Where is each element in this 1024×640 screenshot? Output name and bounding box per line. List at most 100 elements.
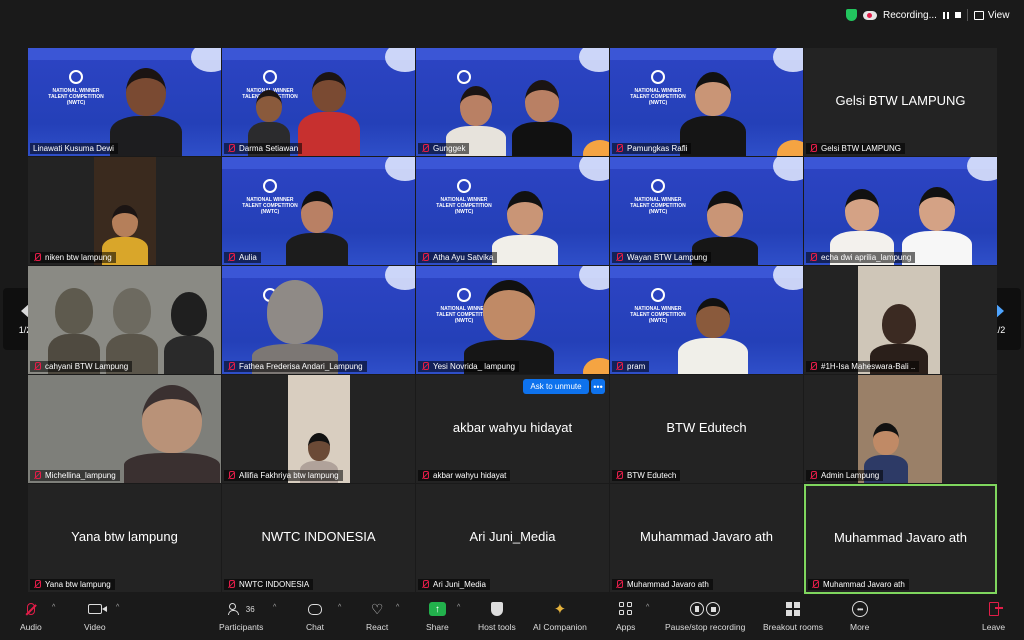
video-button[interactable]: Video: [84, 600, 106, 632]
muted-mic-icon: [615, 580, 623, 589]
audio-button[interactable]: Audio: [20, 600, 42, 632]
muted-mic-icon: [615, 253, 623, 262]
participant-name-label: Muhammad Javaro ath: [612, 579, 713, 590]
participant-tile[interactable]: NATIONAL WINNER TALENT COMPETITION (NWTC…: [28, 48, 221, 156]
participant-tile[interactable]: Michellina_lampung: [28, 375, 221, 483]
muted-mic-icon: [33, 471, 41, 480]
participant-tile[interactable]: BTW Edutech BTW Edutech: [610, 375, 803, 483]
participant-name-label: Allifia Fakhriya btw lampung: [224, 470, 343, 481]
participant-name-label: echa dwi aprilia_lampung: [806, 252, 916, 263]
react-options-chevron-icon[interactable]: ^: [396, 604, 399, 611]
pause-stop-recording-button[interactable]: Pause/stop recording: [665, 600, 745, 632]
share-options-chevron-icon[interactable]: ^: [457, 604, 460, 611]
ask-to-unmute-button[interactable]: Ask to unmute: [523, 379, 589, 394]
heart-icon: ♡: [370, 601, 384, 617]
participant-video: [94, 157, 156, 265]
participant-tile[interactable]: NWTC INDONESIA NWTC INDONESIA: [222, 484, 415, 592]
apps-options-chevron-icon[interactable]: ^: [646, 604, 649, 611]
participant-display-name: Yana btw lampung: [71, 529, 178, 544]
participant-video: [286, 191, 348, 265]
view-button[interactable]: View: [973, 10, 1009, 21]
participant-tile[interactable]: NATIONAL WINNER TALENT COMPETITION (NWTC…: [416, 266, 609, 374]
participant-name-label: Linawati Kusuma Dewi: [30, 143, 118, 154]
breakout-rooms-button[interactable]: Breakout rooms: [763, 600, 823, 632]
participant-tile[interactable]: NATIONAL WINNER TALENT COMPETITION (NWTC…: [610, 48, 803, 156]
recording-status: Recording... View: [846, 9, 1009, 21]
participant-tile[interactable]: Gunggek: [416, 48, 609, 156]
muted-mic-icon: [227, 144, 235, 153]
participant-name-label: Gelsi BTW LAMPUNG: [806, 143, 906, 154]
participant-video: [464, 280, 554, 374]
shield-icon: [490, 602, 503, 616]
muted-mic-icon: [227, 362, 235, 371]
participant-tile[interactable]: cahyani BTW Lampung: [28, 266, 221, 374]
participant-display-name: NWTC INDONESIA: [261, 529, 376, 544]
participant-tile[interactable]: NATIONAL WINNER TALENT COMPETITION (NWTC…: [222, 48, 415, 156]
apps-button[interactable]: Apps: [616, 600, 635, 632]
participant-tile[interactable]: Gelsi BTW LAMPUNG Gelsi BTW LAMPUNG: [804, 48, 997, 156]
video-label: Video: [84, 622, 106, 632]
participant-name-label: Yana btw lampung: [30, 579, 115, 590]
participant-tile[interactable]: NATIONAL WINNER TALENT COMPETITION (NWTC…: [416, 157, 609, 265]
muted-mic-icon: [227, 471, 235, 480]
participant-tile[interactable]: Yana btw lampung Yana btw lampung: [28, 484, 221, 592]
more-button[interactable]: ••• More: [850, 600, 869, 632]
react-button[interactable]: ♡ React: [366, 600, 388, 632]
stop-recording-icon[interactable]: [954, 12, 961, 18]
participant-name: akbar wahyu hidayat: [433, 471, 507, 480]
participant-tile[interactable]: Admin Lampung: [804, 375, 997, 483]
muted-mic-icon: [421, 253, 429, 262]
apps-label: Apps: [616, 622, 636, 632]
participant-name: Aulia: [239, 253, 257, 262]
audio-label: Audio: [20, 622, 42, 632]
participant-tile[interactable]: Fathea Frederisa Andari_Lampung: [222, 266, 415, 374]
muted-mic-icon: [421, 362, 429, 371]
participant-name: Atha Ayu Satvika: [433, 253, 494, 262]
participants-options-chevron-icon[interactable]: ^: [273, 604, 276, 611]
muted-mic-icon: [615, 471, 623, 480]
more-label: More: [850, 622, 870, 632]
chat-button[interactable]: Chat: [306, 600, 324, 632]
muted-mic-icon: [421, 144, 429, 153]
more-options-button[interactable]: •••: [591, 379, 605, 394]
pause-recording-icon[interactable]: [942, 11, 949, 19]
participant-name-label: niken btw lampung: [30, 252, 116, 263]
participant-display-name: Muhammad Javaro ath: [834, 530, 967, 545]
participant-tile[interactable]: NATIONAL WINNER TALENT COMPETITION (NWTC…: [222, 157, 415, 265]
participant-tile[interactable]: Ari Juni_Media Ari Juni_Media: [416, 484, 609, 592]
participant-name-label: pram: [612, 361, 650, 372]
pause-stop-recording-label: Pause/stop recording: [665, 622, 746, 632]
participant-name: niken btw lampung: [45, 253, 112, 262]
react-label: React: [366, 622, 389, 632]
muted-mic-icon: [227, 253, 235, 262]
muted-mic-icon: [421, 580, 429, 589]
participant-tile[interactable]: NATIONAL WINNER TALENT COMPETITION (NWTC…: [610, 157, 803, 265]
participant-name: Linawati Kusuma Dewi: [33, 144, 114, 153]
participant-tile-active-speaker[interactable]: Muhammad Javaro ath Muhammad Javaro ath: [804, 484, 997, 594]
participant-display-name: Ari Juni_Media: [469, 529, 556, 544]
participant-tile[interactable]: niken btw lampung: [28, 157, 221, 265]
participant-name: Muhammad Javaro ath: [823, 580, 905, 589]
participant-video: [124, 385, 220, 483]
participant-name-label: Michellina_lampung: [30, 470, 120, 481]
video-options-chevron-icon[interactable]: ^: [116, 604, 119, 611]
participant-display-name: BTW Edutech: [666, 420, 747, 435]
chat-options-chevron-icon[interactable]: ^: [338, 604, 341, 611]
participants-button[interactable]: 36 Participants: [219, 600, 263, 632]
encryption-shield-icon[interactable]: [846, 9, 857, 21]
host-tools-button[interactable]: Host tools: [478, 600, 516, 632]
participant-name: pram: [627, 362, 646, 371]
participant-tile[interactable]: Allifia Fakhriya btw lampung: [222, 375, 415, 483]
audio-options-chevron-icon[interactable]: ^: [52, 604, 55, 611]
ai-companion-button[interactable]: ✦ AI Companion: [533, 600, 587, 633]
participant-tile[interactable]: #1H-Isa Maheswara-Bali ..: [804, 266, 997, 374]
participant-tile[interactable]: echa dwi aprilia_lampung: [804, 157, 997, 265]
participant-tile[interactable]: NATIONAL WINNER TALENT COMPETITION (NWTC…: [610, 266, 803, 374]
leave-button[interactable]: Leave: [982, 600, 1005, 632]
recording-label: Recording...: [883, 9, 937, 21]
participant-name-label: NWTC INDONESIA: [224, 579, 314, 590]
participant-name-label: akbar wahyu hidayat: [418, 470, 511, 481]
participant-name-label: Gunggek: [418, 143, 470, 154]
participant-tile[interactable]: Muhammad Javaro ath Muhammad Javaro ath: [610, 484, 803, 592]
share-button[interactable]: ↑ Share: [426, 600, 449, 632]
